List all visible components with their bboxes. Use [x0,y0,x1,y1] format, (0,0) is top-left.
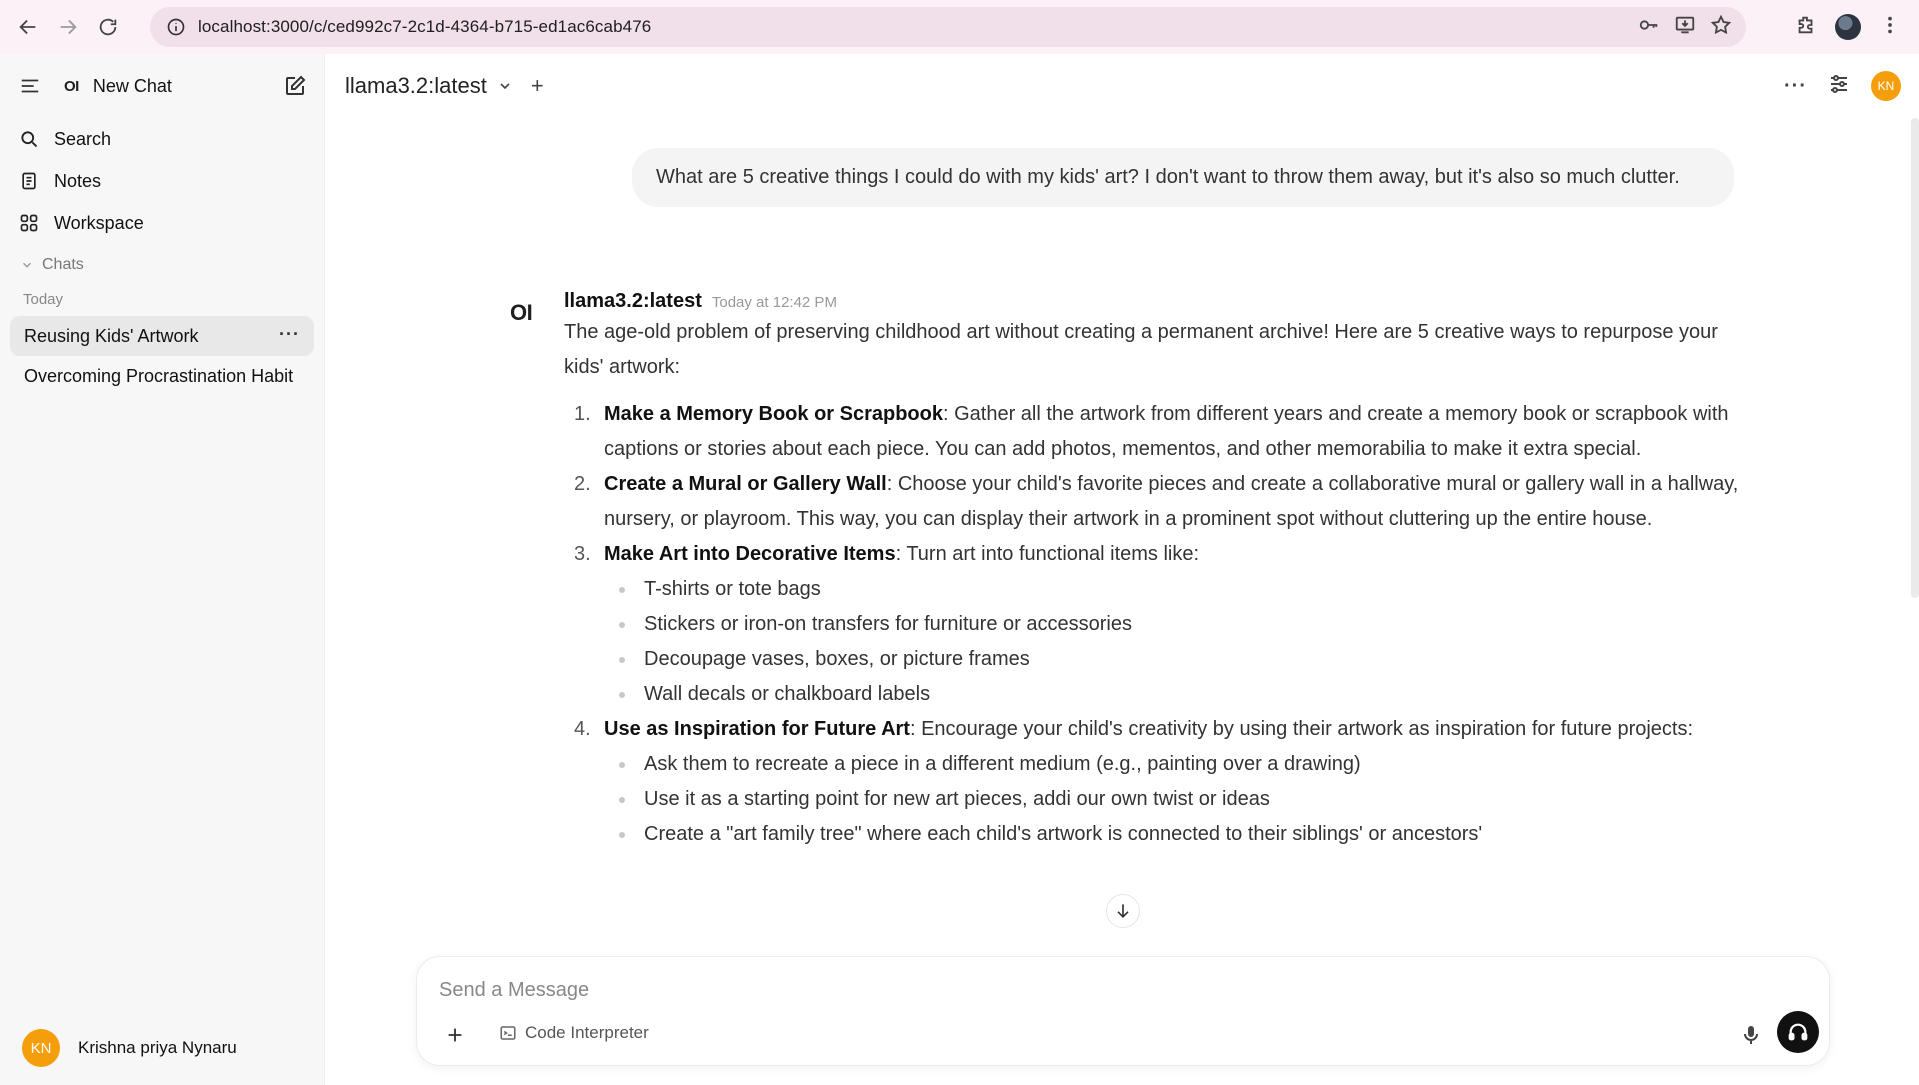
browser-menu-icon[interactable] [1879,14,1901,41]
sub-list-item: Decoupage vases, boxes, or picture frame… [604,642,1744,677]
scroll-to-bottom-button[interactable] [1106,894,1140,928]
sub-list: T-shirts or tote bags Stickers or iron-o… [604,572,1744,712]
assistant-model-name: llama3.2:latest [564,290,702,312]
sidebar-item-notes[interactable]: Notes [0,160,324,202]
bookmark-star-icon[interactable] [1710,14,1732,41]
user-name: Krishna priya Nynaru [78,1038,237,1057]
ideas-list: 1. Make a Memory Book or Scrapbook: Gath… [564,397,1744,852]
assistant-avatar: OI [510,300,533,325]
code-interpreter-toggle[interactable]: Code Interpreter [499,1023,649,1043]
list-item-title: Create a Mural or Gallery Wall [604,473,887,495]
model-selector[interactable]: llama3.2:latest [345,73,513,99]
browser-profile-avatar[interactable] [1835,14,1861,40]
chevron-down-icon [22,262,32,268]
plus-icon [448,1028,462,1042]
list-item-text: : Encourage your child's creativity by u… [909,718,1694,740]
sidebar-item-search[interactable]: Search [0,118,324,160]
avatar[interactable]: KN [1871,71,1901,101]
sub-list-item: Wall decals or chalkboard labels [604,677,1744,712]
sub-list-item: Stickers or iron-on transfers for furnit… [604,607,1744,642]
sub-list: Ask them to recreate a piece in a differ… [604,747,1744,852]
chats-section-label: Chats [42,256,84,273]
list-number: 1. [574,403,591,425]
terminal-icon [500,1026,516,1040]
chat-item-title: Overcoming Procrastination Habit [24,365,294,386]
voice-mode-button[interactable] [1777,1011,1819,1053]
scrollbar[interactable] [1911,118,1919,598]
notes-icon [18,170,40,192]
reload-button[interactable] [88,7,128,47]
sidebar-item-label: Search [54,128,112,149]
message-timestamp: Today at 12:42 PM [711,294,837,311]
list-item: 1. Make a Memory Book or Scrapbook: Gath… [564,397,1744,467]
list-number: 3. [574,543,591,565]
user-message-bubble: What are 5 creative things I could do wi… [632,148,1734,207]
assistant-intro: The age-old problem of preserving childh… [564,321,1718,378]
sidebar-item-workspace[interactable]: Workspace [0,202,324,244]
search-icon [18,128,40,150]
list-item: 2. Create a Mural or Gallery Wall: Choos… [564,467,1744,537]
code-interpreter-label: Code Interpreter [525,1023,649,1042]
list-item-title: Use as Inspiration for Future Art [604,718,910,740]
user-menu[interactable]: KN Krishna priya Nynaru [22,1029,237,1067]
url-text[interactable]: localhost:3000/c/ced992c7-2c1d-4364-b715… [198,17,651,37]
sidebar-item-label: Workspace [54,212,144,233]
workspace-icon [18,212,40,234]
list-number: 4. [574,718,591,740]
chats-section-toggle[interactable]: Chats [0,248,324,282]
chat-item-title: Reusing Kids' Artwork [24,325,199,346]
avatar[interactable]: KN [22,1029,60,1067]
attach-plus-button[interactable] [439,1019,471,1051]
arrow-down-icon [1117,904,1129,919]
list-item: 3. Make Art into Decorative Items: Turn … [564,537,1744,712]
sidebar-item-label: Notes [54,170,102,191]
controls-settings-icon[interactable] [1827,72,1851,101]
sub-list-item: T-shirts or tote bags [604,572,1744,607]
list-item-title: Make Art into Decorative Items [604,543,896,565]
sidebar: OI New Chat Search Notes Workspace Chats… [0,54,325,1085]
chevron-down-icon [500,83,510,90]
sidebar-toggle-icon[interactable] [18,74,42,98]
chat-header: llama3.2:latest + ··· KN [326,54,1919,118]
message-input[interactable] [439,973,1739,1007]
new-chat-link[interactable]: New Chat [93,76,172,97]
chat-group-today: Today [23,290,64,308]
more-options-button[interactable]: ··· [1784,75,1807,98]
headphones-icon [1788,1023,1808,1041]
chat-item-overcoming-procrastination[interactable]: Overcoming Procrastination Habit [10,356,314,396]
forward-button[interactable] [48,7,88,47]
extensions-icon[interactable] [1795,14,1817,41]
model-name: llama3.2:latest [345,73,487,98]
list-item: 4. Use as Inspiration for Future Art: En… [564,712,1744,852]
password-key-icon[interactable] [1638,14,1660,41]
sub-list-item: Ask them to recreate a piece in a differ… [604,747,1744,782]
address-bar[interactable]: localhost:3000/c/ced992c7-2c1d-4364-b715… [150,7,1746,47]
list-number: 2. [574,473,591,495]
sub-list-item: Use it as a starting point for new art p… [604,782,1744,817]
back-button[interactable] [8,7,48,47]
chat-options-icon[interactable]: ··· [279,324,300,345]
site-info-icon[interactable] [158,17,194,37]
microphone-icon[interactable] [1739,1023,1763,1047]
sub-list-item: Create a "art family tree" where each ch… [604,817,1744,852]
browser-toolbar: localhost:3000/c/ced992c7-2c1d-4364-b715… [0,0,1919,54]
message-composer: Code Interpreter [416,956,1830,1066]
list-item-text: : Turn art into functional items like: [895,543,1200,565]
app-logo[interactable]: OI [64,78,79,95]
new-chat-edit-icon[interactable] [280,71,310,101]
list-item-title: Make a Memory Book or Scrapbook [604,403,943,425]
add-model-button[interactable]: + [531,73,544,99]
install-app-icon[interactable] [1674,14,1696,41]
chat-item-reusing-kids-artwork[interactable]: Reusing Kids' Artwork ··· [10,316,314,356]
